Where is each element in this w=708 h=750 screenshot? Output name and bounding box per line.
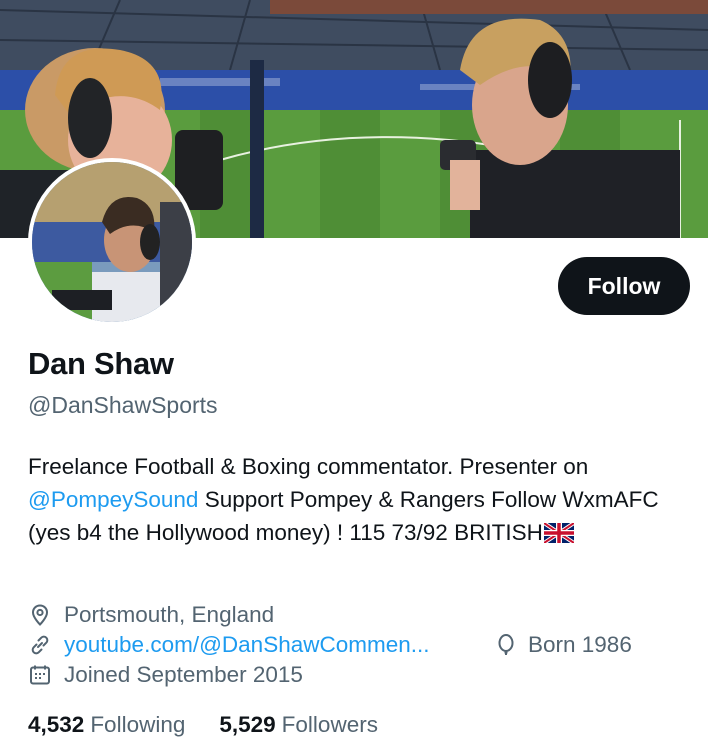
profile-website[interactable]: youtube.com/@DanShawCommen... xyxy=(28,632,430,658)
following-count: 4,532 xyxy=(28,712,85,737)
location-text: Portsmouth, England xyxy=(64,602,275,627)
bio-text-part1: Freelance Football & Boxing commentator.… xyxy=(28,454,589,479)
joined-text: Joined September 2015 xyxy=(64,662,303,687)
following-link[interactable]: 4,532 Following xyxy=(28,712,185,738)
map-pin-icon xyxy=(28,603,52,627)
follow-stats: 4,532 Following 5,529 Followers xyxy=(28,712,378,738)
following-label: Following xyxy=(90,712,186,737)
follow-button[interactable]: Follow xyxy=(558,257,690,315)
born-text: Born 1986 xyxy=(528,632,632,657)
profile-bio: Freelance Football & Boxing commentator.… xyxy=(28,450,678,552)
profile-joined-date: Joined September 2015 xyxy=(28,662,303,688)
balloon-icon xyxy=(494,633,518,657)
bio-mention-link[interactable]: @PompeySound xyxy=(28,487,198,512)
profile-birthdate: Born 1986 xyxy=(494,632,632,658)
profile-handle: @DanShawSports xyxy=(28,392,218,418)
website-link[interactable]: youtube.com/@DanShawCommen... xyxy=(64,632,430,658)
link-icon xyxy=(28,633,52,657)
followers-link[interactable]: 5,529 Followers xyxy=(219,712,378,738)
profile-avatar[interactable] xyxy=(28,158,196,326)
uk-flag-icon xyxy=(542,519,575,552)
avatar-photo xyxy=(32,162,192,322)
followers-label: Followers xyxy=(281,712,378,737)
calendar-icon xyxy=(28,663,52,687)
followers-count: 5,529 xyxy=(219,712,276,737)
profile-name: Dan Shaw xyxy=(28,346,174,381)
profile-location: Portsmouth, England xyxy=(28,602,274,628)
